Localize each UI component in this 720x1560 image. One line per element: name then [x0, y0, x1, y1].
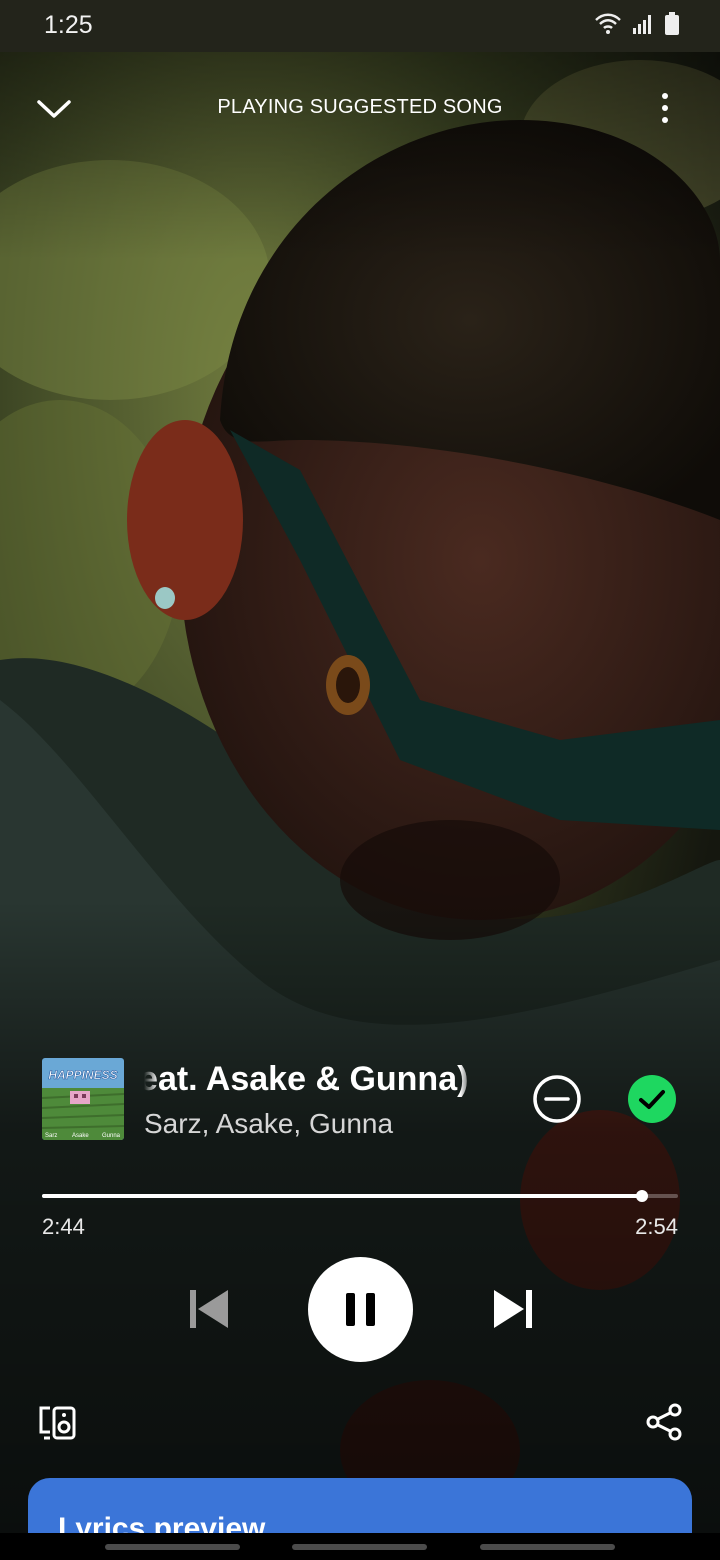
status-time: 1:25 [44, 11, 93, 39]
now-playing-screen: 1:25 PLAYING SUGGESTED SONG HAPPINESS Sa… [0, 0, 720, 1560]
album-cover[interactable]: HAPPINESS Sarz Asake Gunna [42, 1058, 124, 1140]
progress-scrubber-handle[interactable] [635, 1190, 648, 1202]
share-button[interactable] [644, 1402, 684, 1442]
previous-track-button[interactable] [184, 1284, 234, 1334]
pause-button[interactable] [308, 1257, 413, 1362]
track-duration: 2:54 [635, 1214, 678, 1239]
elapsed-time: 2:44 [42, 1214, 85, 1239]
player-header: PLAYING SUGGESTED SONG [0, 80, 720, 140]
player-context-title: PLAYING SUGGESTED SONG [217, 96, 503, 118]
hide-song-button[interactable] [532, 1074, 582, 1124]
skip-next-icon [488, 1284, 538, 1334]
status-bar: 1:25 [0, 0, 720, 52]
more-options-button[interactable] [648, 88, 682, 132]
progress-fill [42, 1194, 642, 1198]
pause-icon [308, 1257, 413, 1362]
bottom-gradient [0, 900, 720, 1560]
cover-credit-2: Asake [72, 1133, 89, 1139]
skip-previous-icon [184, 1284, 234, 1334]
liked-song-button[interactable] [627, 1074, 677, 1124]
hide-minus-circle-icon [532, 1074, 582, 1124]
track-title-marquee[interactable]: Happiness (feat. Asake & Gunna) [144, 1058, 474, 1102]
track-title: Happiness (feat. Asake & Gunna) [144, 1060, 469, 1098]
progress-bar[interactable] [42, 1186, 678, 1206]
track-info: HAPPINESS Sarz Asake Gunna Happiness (fe… [42, 1058, 682, 1142]
more-vertical-icon [648, 88, 682, 132]
battery-icon [664, 12, 680, 36]
wifi-icon [594, 12, 622, 36]
cover-credit-1: Sarz [45, 1133, 57, 1139]
status-icons [594, 12, 680, 36]
connect-devices-button[interactable] [36, 1402, 80, 1442]
cover-credit-3: Gunna [102, 1133, 121, 1139]
signal-icon [632, 13, 654, 35]
check-circle-icon [627, 1074, 677, 1124]
next-track-button[interactable] [488, 1284, 538, 1334]
nav-recents-button[interactable] [105, 1544, 240, 1550]
system-navigation-bar [0, 1533, 720, 1560]
cover-wordmark: HAPPINESS [48, 1068, 117, 1082]
share-icon [644, 1402, 684, 1442]
nav-back-button[interactable] [480, 1544, 615, 1550]
nav-home-button[interactable] [292, 1544, 427, 1550]
track-artists[interactable]: Sarz, Asake, Gunna [144, 1108, 393, 1140]
connect-devices-icon [36, 1402, 80, 1442]
